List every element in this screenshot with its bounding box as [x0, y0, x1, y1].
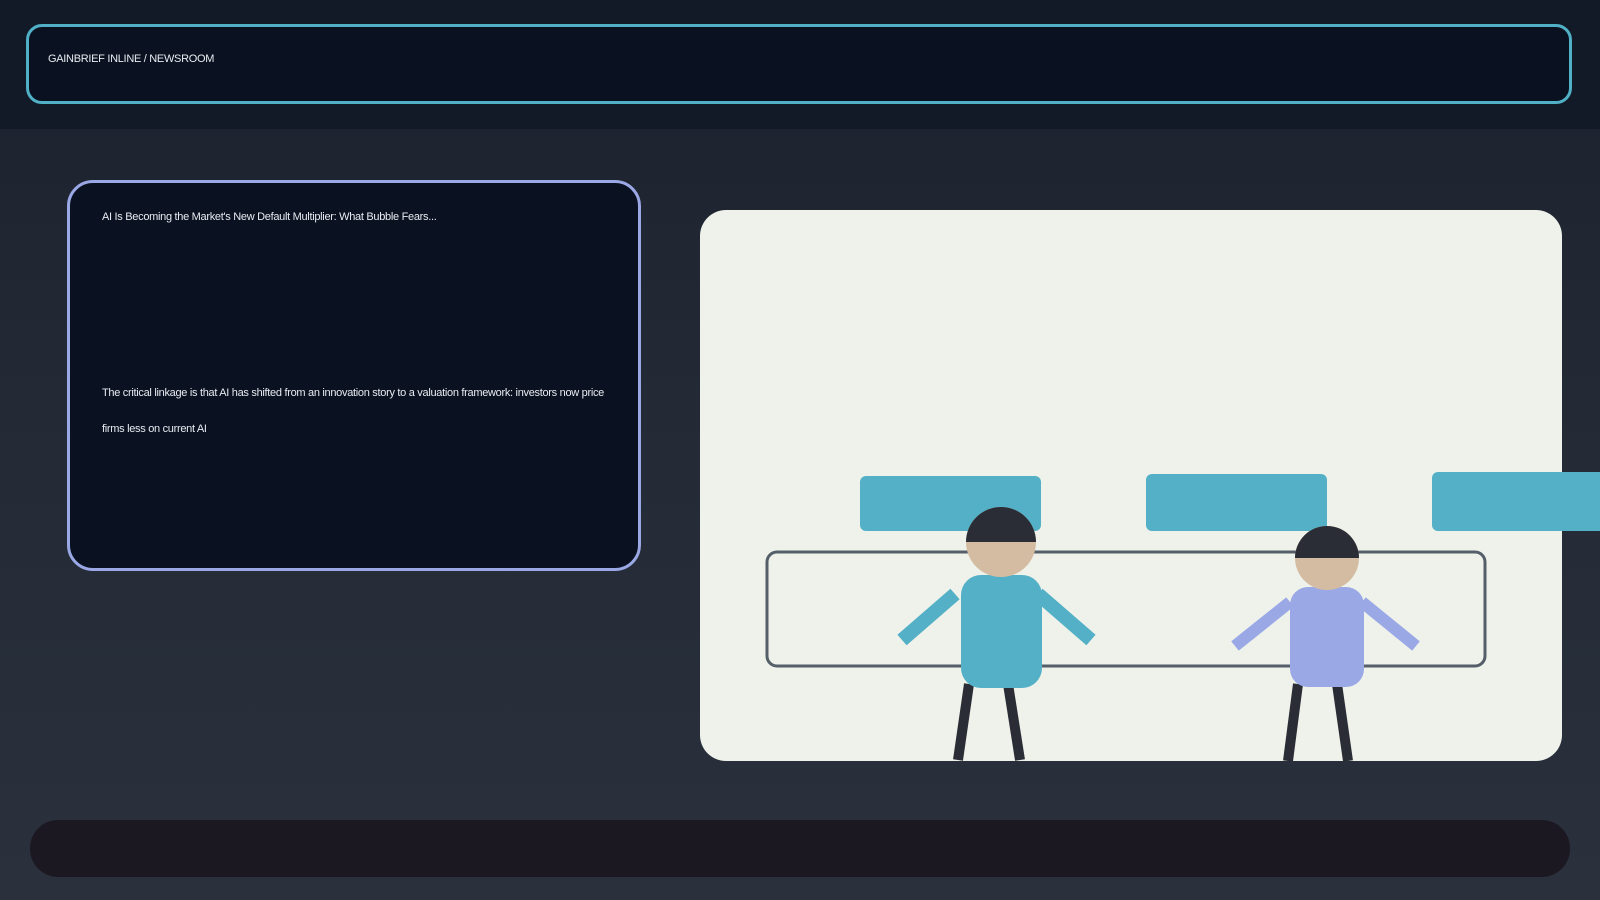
story-card[interactable]: AI Is Becoming the Market's New Default … [67, 180, 641, 571]
story-title[interactable]: AI Is Becoming the Market's New Default … [102, 211, 437, 223]
header-label: GAINBRIEF INLINE / NEWSROOM [48, 53, 215, 65]
story-body: The critical linkage is that AI has shif… [102, 387, 604, 435]
person-teal-shirt [897, 507, 1096, 761]
header-bar: GAINBRIEF INLINE / NEWSROOM [26, 24, 1572, 104]
person-lavender-shirt [1231, 526, 1420, 761]
teal-ribbon [1432, 472, 1600, 531]
banner-block [1146, 474, 1327, 531]
footer-bar [30, 820, 1570, 877]
